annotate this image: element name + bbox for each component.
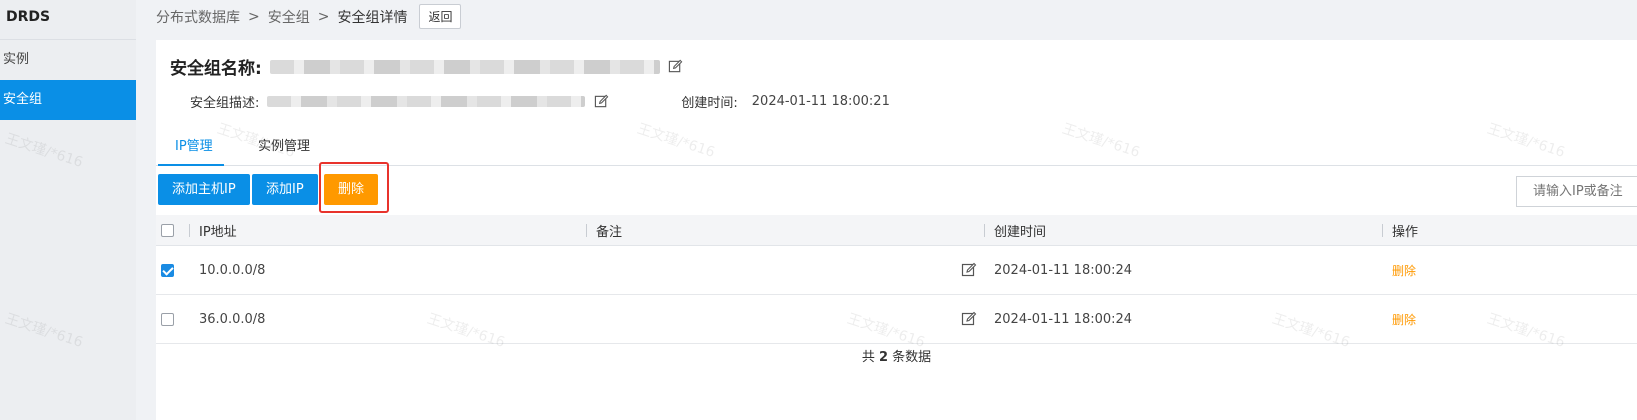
column-divider: [984, 224, 985, 237]
table-header: IP地址 备注 创建时间 操作: [156, 215, 1637, 246]
created-time-label: 创建时间:: [681, 96, 738, 111]
sidebar: DRDS 实例 安全组: [0, 0, 136, 420]
toolbar: 添加主机IP 添加IP 删除: [156, 162, 1637, 214]
tab-instance-management[interactable]: 实例管理: [258, 136, 310, 166]
created-time-value: 2024-01-11 18:00:21: [751, 94, 890, 109]
name-label: 安全组名称:: [170, 59, 262, 79]
breadcrumb: 分布式数据库 > 安全组 > 安全组详情 返回: [156, 4, 462, 29]
edit-icon[interactable]: [593, 94, 609, 110]
sidebar-item-security-group[interactable]: 安全组: [0, 80, 136, 120]
topbar: 分布式数据库 > 安全组 > 安全组详情 返回: [136, 0, 1637, 40]
delete-button[interactable]: 删除: [324, 174, 379, 205]
table-row: 10.0.0.0/8 2024-01-11 18:00:24 删除: [156, 246, 1637, 295]
ip-cell: 10.0.0.0/8: [199, 262, 266, 278]
name-row: 安全组名称:: [170, 54, 684, 79]
breadcrumb-item-current: 安全组详情: [337, 9, 408, 26]
redacted-name: [269, 59, 660, 74]
summary-suffix: 条数据: [892, 350, 932, 365]
summary-prefix: 共: [861, 350, 875, 365]
main-panel: 安全组名称: 安全组描述: 创建时间: 2024-01-11 18:00:21 …: [156, 40, 1637, 420]
edit-icon[interactable]: [668, 59, 684, 75]
created-cell: 2024-01-11 18:00:24: [994, 262, 1133, 278]
row-checkbox[interactable]: [161, 312, 174, 326]
sidebar-item-instances[interactable]: 实例: [0, 40, 136, 80]
column-divider: [586, 224, 587, 237]
redacted-description: [267, 96, 586, 107]
description-label: 安全组描述:: [190, 96, 260, 111]
search-input[interactable]: [1516, 176, 1637, 207]
column-header-action: 操作: [1392, 224, 1419, 240]
row-delete-link[interactable]: 删除: [1392, 295, 1416, 343]
row-checkbox[interactable]: [161, 263, 174, 277]
description-row: 安全组描述: 创建时间: 2024-01-11 18:00:21: [190, 92, 890, 111]
breadcrumb-separator: >: [248, 8, 260, 25]
table-summary: 共 2 条数据: [156, 346, 1637, 365]
created-cell: 2024-01-11 18:00:24: [994, 311, 1133, 327]
breadcrumb-item-db[interactable]: 分布式数据库: [156, 7, 240, 27]
add-host-ip-button[interactable]: 添加主机IP: [158, 174, 250, 205]
select-all-checkbox[interactable]: [161, 223, 174, 237]
brand-title: DRDS: [0, 0, 136, 40]
tab-ip-management[interactable]: IP管理: [158, 136, 224, 166]
add-ip-button[interactable]: 添加IP: [252, 174, 318, 205]
back-button[interactable]: 返回: [419, 4, 462, 29]
edit-icon[interactable]: [961, 295, 977, 343]
column-header-ip: IP地址: [199, 224, 237, 240]
column-divider: [1382, 224, 1383, 237]
column-header-remark: 备注: [596, 224, 623, 240]
table-row: 36.0.0.0/8 2024-01-11 18:00:24 删除: [156, 295, 1637, 344]
column-header-created: 创建时间: [994, 224, 1047, 240]
edit-icon[interactable]: [961, 246, 977, 294]
column-divider: [189, 224, 190, 237]
row-delete-link[interactable]: 删除: [1392, 246, 1416, 294]
breadcrumb-separator: >: [317, 8, 330, 25]
summary-count: 2: [878, 350, 889, 365]
ip-cell: 36.0.0.0/8: [199, 311, 266, 327]
ip-table: IP地址 备注 创建时间 操作 10.0.0.0/8 2024-01-11 18…: [156, 215, 1637, 344]
breadcrumb-item-security-group[interactable]: 安全组: [268, 7, 310, 27]
